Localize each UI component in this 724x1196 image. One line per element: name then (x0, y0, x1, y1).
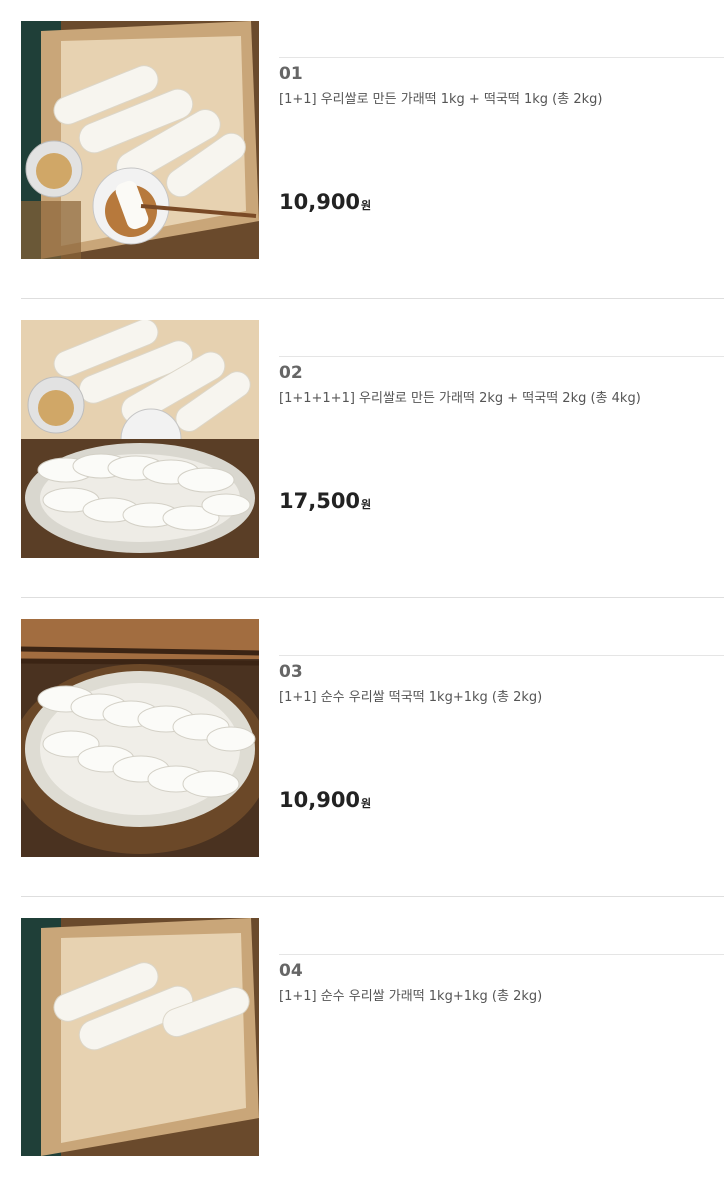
garaetteok-basket-photo[interactable] (21, 918, 259, 1156)
product-name[interactable]: [1+1+1+1] 우리쌀로 만든 가래떡 2kg + 떡국떡 2kg (총 4… (279, 387, 641, 406)
product-item[interactable]: 01 [1+1] 우리쌀로 만든 가래떡 1kg + 떡국떡 1kg (총 2k… (0, 0, 724, 299)
product-price: 10,900원 (279, 190, 371, 214)
product-number: 02 (279, 363, 303, 383)
tteokguk-plate-photo[interactable] (21, 619, 259, 857)
product-item[interactable]: 03 [1+1] 순수 우리쌀 떡국떡 1kg+1kg (총 2kg) 10,9… (0, 598, 724, 897)
garaetteok-and-tteokguk-photo[interactable] (21, 320, 259, 558)
price-unit: 원 (361, 797, 372, 810)
product-price: 17,500원 (279, 489, 371, 513)
product-item[interactable]: 02 [1+1+1+1] 우리쌀로 만든 가래떡 2kg + 떡국떡 2kg (… (0, 299, 724, 598)
product-name[interactable]: [1+1] 순수 우리쌀 가래떡 1kg+1kg (총 2kg) (279, 985, 542, 1004)
divider (279, 356, 724, 357)
product-name[interactable]: [1+1] 순수 우리쌀 떡국떡 1kg+1kg (총 2kg) (279, 686, 542, 705)
product-price: 10,900원 (279, 788, 371, 812)
product-number: 04 (279, 961, 303, 981)
price-value: 10,900 (279, 190, 361, 214)
price-unit: 원 (361, 199, 372, 212)
price-unit: 원 (361, 498, 372, 511)
divider (279, 57, 724, 58)
garaetteok-basket-photo[interactable] (21, 21, 259, 259)
product-item[interactable]: 04 [1+1] 순수 우리쌀 가래떡 1kg+1kg (총 2kg) (0, 897, 724, 1196)
price-value: 17,500 (279, 489, 361, 513)
product-number: 01 (279, 64, 303, 84)
product-number: 03 (279, 662, 303, 682)
divider (279, 954, 724, 955)
divider (279, 655, 724, 656)
price-value: 10,900 (279, 788, 361, 812)
product-name[interactable]: [1+1] 우리쌀로 만든 가래떡 1kg + 떡국떡 1kg (총 2kg) (279, 88, 602, 107)
